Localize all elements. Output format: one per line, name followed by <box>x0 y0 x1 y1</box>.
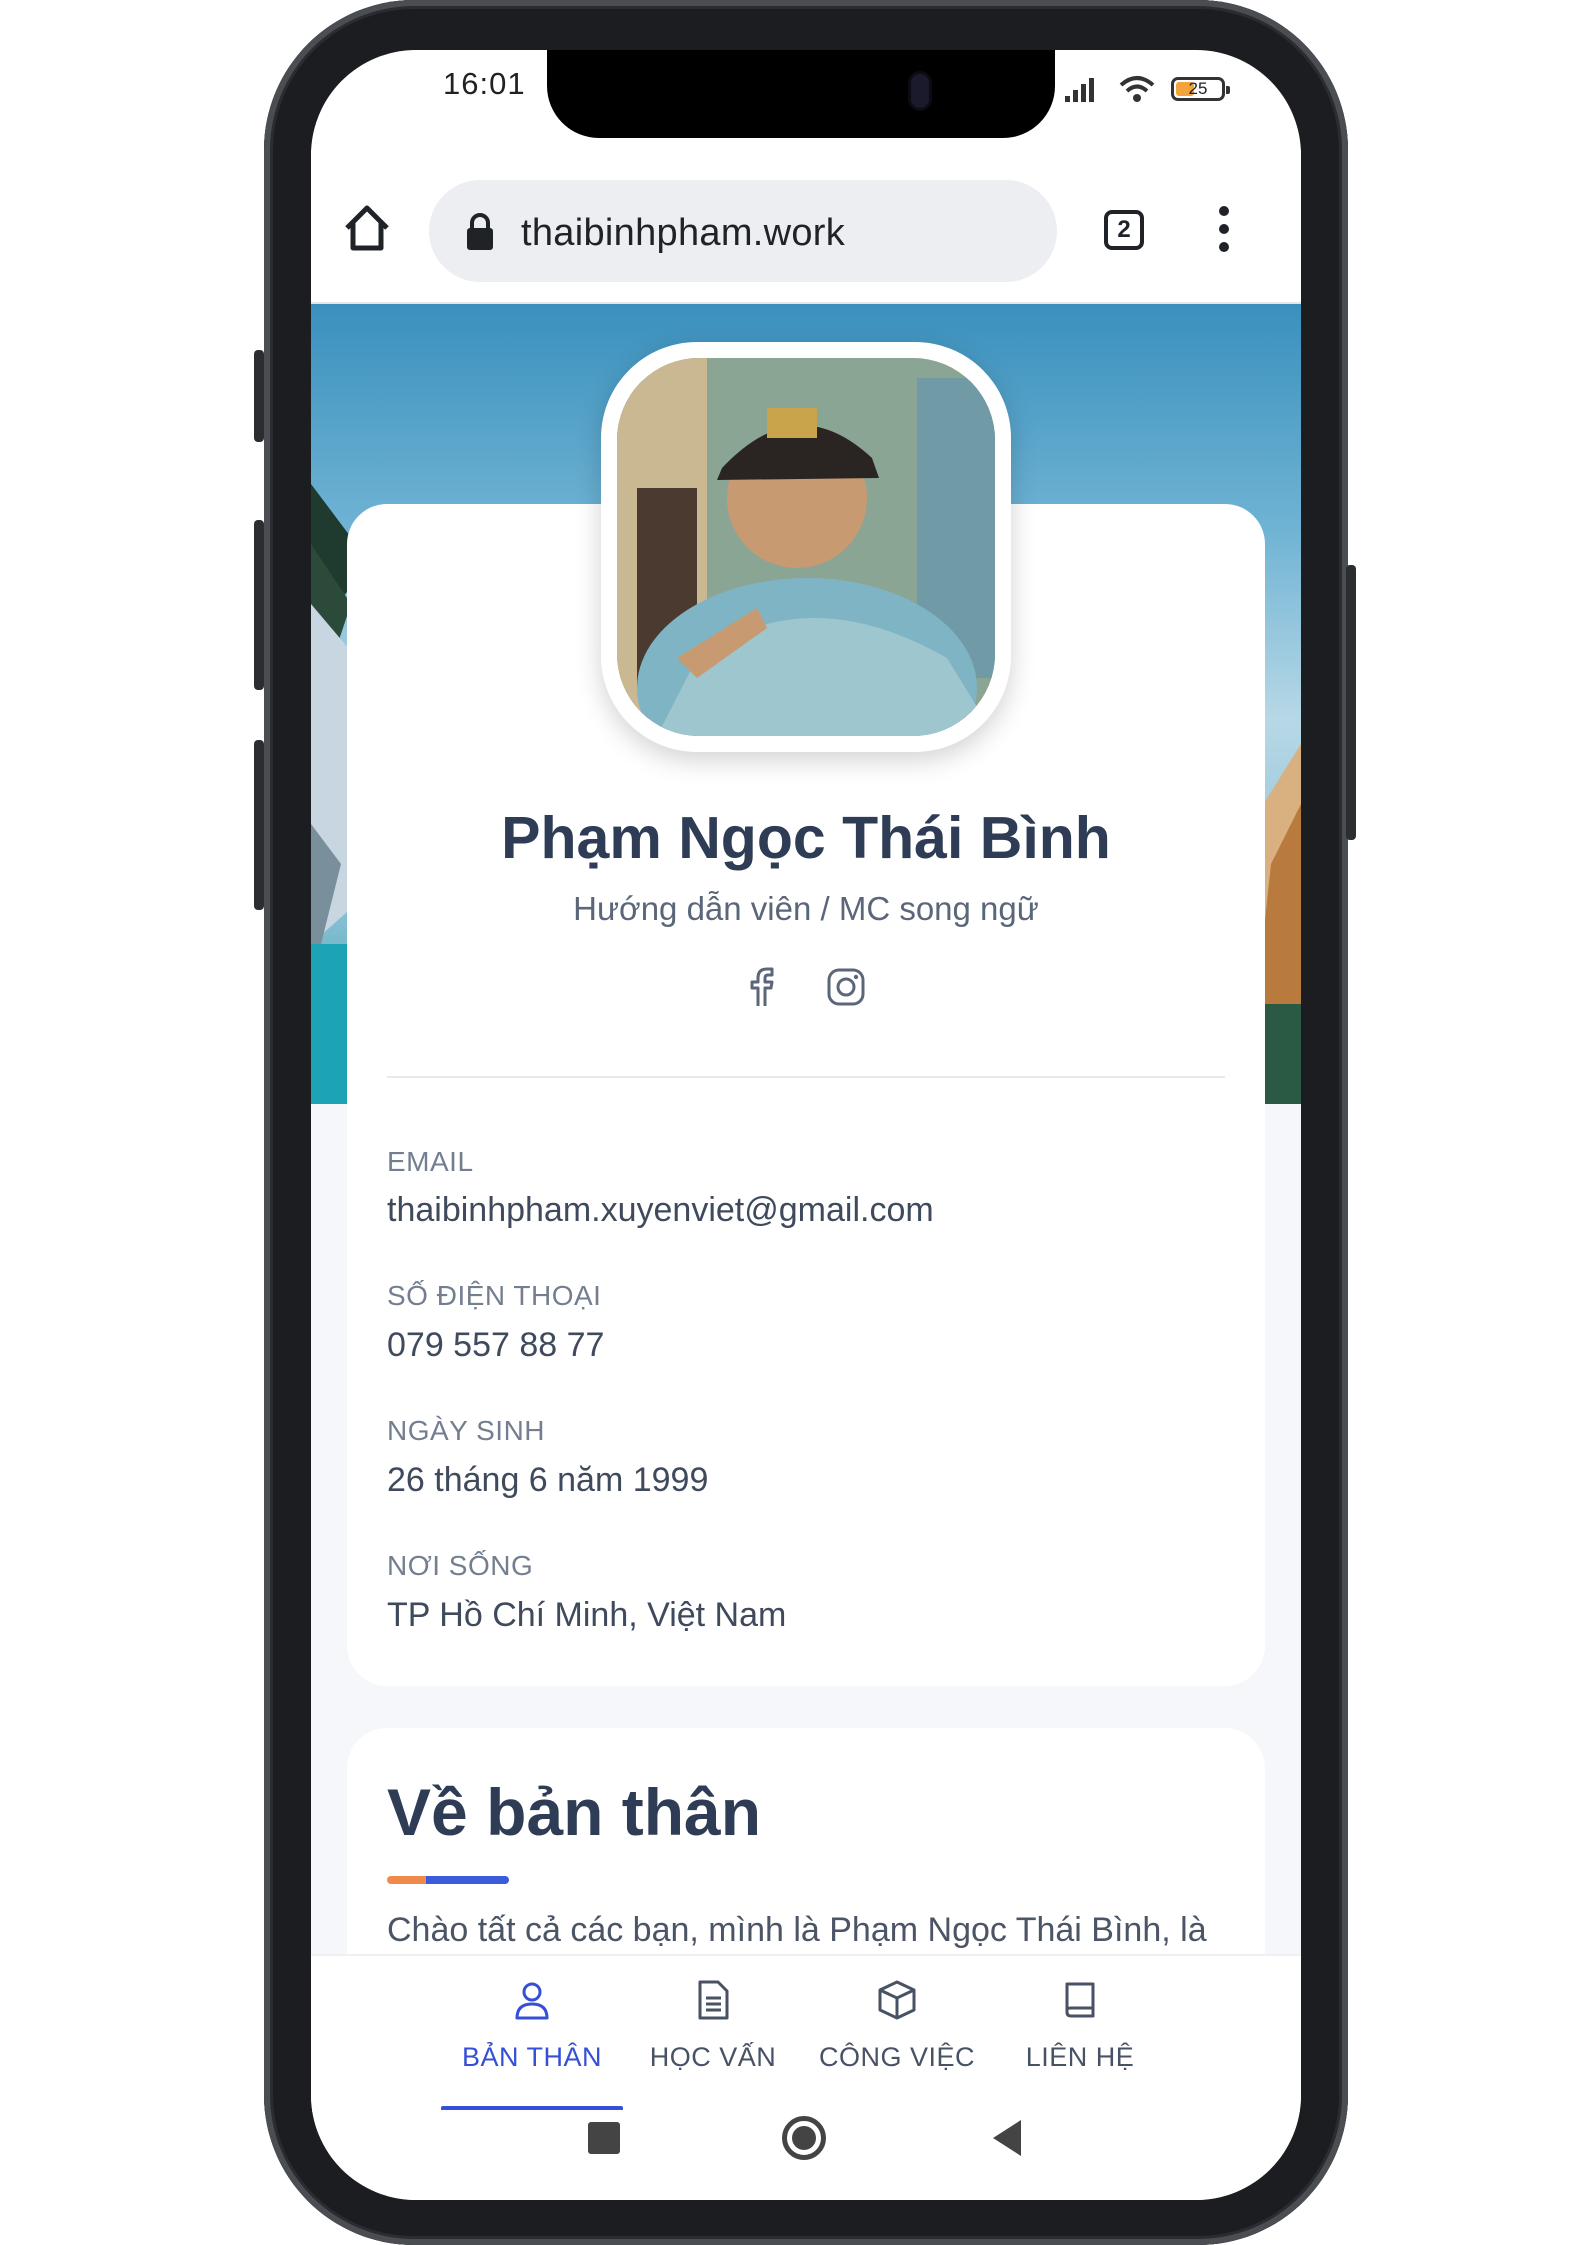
status-icons: 25 <box>1063 72 1230 106</box>
home-button[interactable] <box>782 2116 826 2160</box>
status-bar: 16:01 25 <box>311 50 1301 150</box>
browser-toolbar: thaibinhpham.work 2 <box>311 150 1301 304</box>
email-label: EMAIL <box>387 1146 474 1177</box>
box-icon <box>878 1980 916 2020</box>
mute-switch <box>254 350 264 442</box>
about-title: Về bản thân <box>387 1775 762 1849</box>
user-icon <box>515 1982 549 2020</box>
phone-screen: 16:01 25 thaibinhpham.work 2 Phạm Ngọc T… <box>311 50 1301 2200</box>
phone-label: SỐ ĐIỆN THOẠI <box>387 1280 602 1311</box>
notch <box>547 50 1055 138</box>
birthday-label: NGÀY SINH <box>387 1415 546 1446</box>
more-menu-icon[interactable] <box>1218 206 1230 254</box>
battery-icon: 25 <box>1171 77 1230 101</box>
lock-icon <box>467 213 493 250</box>
profile-role: Hướng dẫn viên / MC song ngữ <box>573 890 1039 927</box>
status-time: 16:01 <box>443 66 526 101</box>
location-label: NƠI SỐNG <box>387 1550 534 1581</box>
avatar <box>601 342 1011 752</box>
page-content[interactable]: Phạm Ngọc Thái Bình Hướng dẫn viên / MC … <box>311 304 1301 2004</box>
document-icon <box>698 1980 729 2020</box>
tab-switcher-button[interactable]: 2 <box>1104 210 1144 250</box>
volume-up-button <box>254 520 264 690</box>
nav-label: BẢN THÂN <box>461 2042 603 2072</box>
nav-label: LIÊN HỆ <box>1025 2042 1135 2072</box>
title-accent-bar <box>387 1876 509 1884</box>
facebook-icon[interactable] <box>741 966 783 1008</box>
recent-apps-button[interactable] <box>588 2122 620 2154</box>
wifi-icon <box>1119 76 1155 102</box>
nav-label: CÔNG VIỆC <box>818 2042 976 2072</box>
system-nav-bar <box>311 2110 1301 2200</box>
home-icon[interactable] <box>341 202 393 254</box>
power-button <box>1346 565 1356 840</box>
instagram-icon[interactable] <box>825 966 867 1008</box>
avatar-photo <box>617 358 995 736</box>
divider <box>387 1076 1225 1078</box>
battery-level: 25 <box>1188 79 1208 98</box>
email-value[interactable]: thaibinhpham.xuyenviet@gmail.com <box>387 1191 934 1230</box>
phone-value[interactable]: 079 557 88 77 <box>387 1326 604 1365</box>
signal-icon <box>1065 78 1094 102</box>
book-icon <box>1065 1982 1095 2018</box>
nav-ban-than[interactable]: BẢN THÂN <box>442 1956 622 2112</box>
url-text: thaibinhpham.work <box>521 212 846 254</box>
nav-hoc-van[interactable]: HỌC VẤN <box>623 1956 803 2112</box>
volume-down-button <box>254 740 264 910</box>
profile-name: Phạm Ngọc Thái Bình <box>501 805 1111 871</box>
nav-label: HỌC VẤN <box>649 2042 777 2072</box>
camera-icon <box>911 74 929 108</box>
back-button[interactable] <box>993 2120 1021 2156</box>
birthday-value: 26 tháng 6 năm 1999 <box>387 1461 709 1499</box>
nav-lien-he[interactable]: LIÊN HỆ <box>990 1956 1170 2112</box>
bottom-nav: BẢN THÂN HỌC VẤN CÔNG VIỆC LIÊN HỆ <box>311 1954 1301 2112</box>
location-value: TP Hồ Chí Minh, Việt Nam <box>387 1596 787 1634</box>
nav-cong-viec[interactable]: CÔNG VIỆC <box>807 1956 987 2112</box>
url-bar[interactable]: thaibinhpham.work <box>429 180 1057 282</box>
